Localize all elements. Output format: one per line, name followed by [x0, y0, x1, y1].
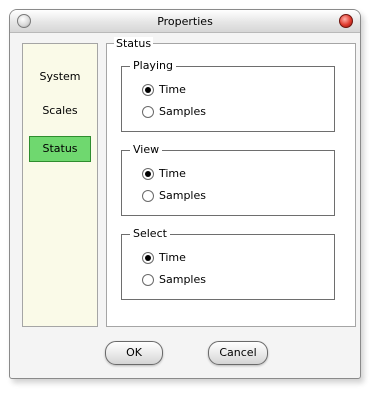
panel-title: Status	[114, 37, 154, 50]
status-panel: Status Playing Time Samples View Time Sa…	[106, 37, 356, 327]
window-title: Properties	[157, 15, 213, 28]
radio-label: Samples	[159, 273, 206, 286]
radio-checked-icon[interactable]	[142, 84, 154, 96]
radio-unchecked-icon[interactable]	[142, 274, 154, 286]
group-playing: Playing Time Samples	[121, 59, 335, 132]
sidebar-item-status[interactable]: Status	[29, 136, 91, 162]
group-select: Select Time Samples	[121, 227, 335, 300]
close-button-icon[interactable]	[339, 14, 353, 28]
radio-label: Samples	[159, 189, 206, 202]
radio-unchecked-icon[interactable]	[142, 106, 154, 118]
group-title: View	[130, 143, 163, 156]
cancel-button[interactable]: Cancel	[208, 341, 268, 365]
radio-label: Time	[159, 83, 186, 96]
group-title: Select	[130, 227, 170, 240]
radio-label: Samples	[159, 105, 206, 118]
radio-label: Time	[159, 251, 186, 264]
sidebar-item-system[interactable]: System	[29, 66, 91, 88]
ok-button[interactable]: OK	[105, 341, 163, 365]
group-title: Playing	[130, 59, 176, 72]
group-view: View Time Samples	[121, 143, 335, 216]
sidebar: System Scales Status	[22, 43, 98, 327]
title-bar[interactable]: Properties	[10, 10, 360, 33]
radio-unchecked-icon[interactable]	[142, 190, 154, 202]
radio-label: Time	[159, 167, 186, 180]
radio-checked-icon[interactable]	[142, 168, 154, 180]
sidebar-item-scales[interactable]: Scales	[29, 100, 91, 122]
properties-window: Properties System Scales Status Status P…	[9, 9, 361, 379]
radio-checked-icon[interactable]	[142, 252, 154, 264]
